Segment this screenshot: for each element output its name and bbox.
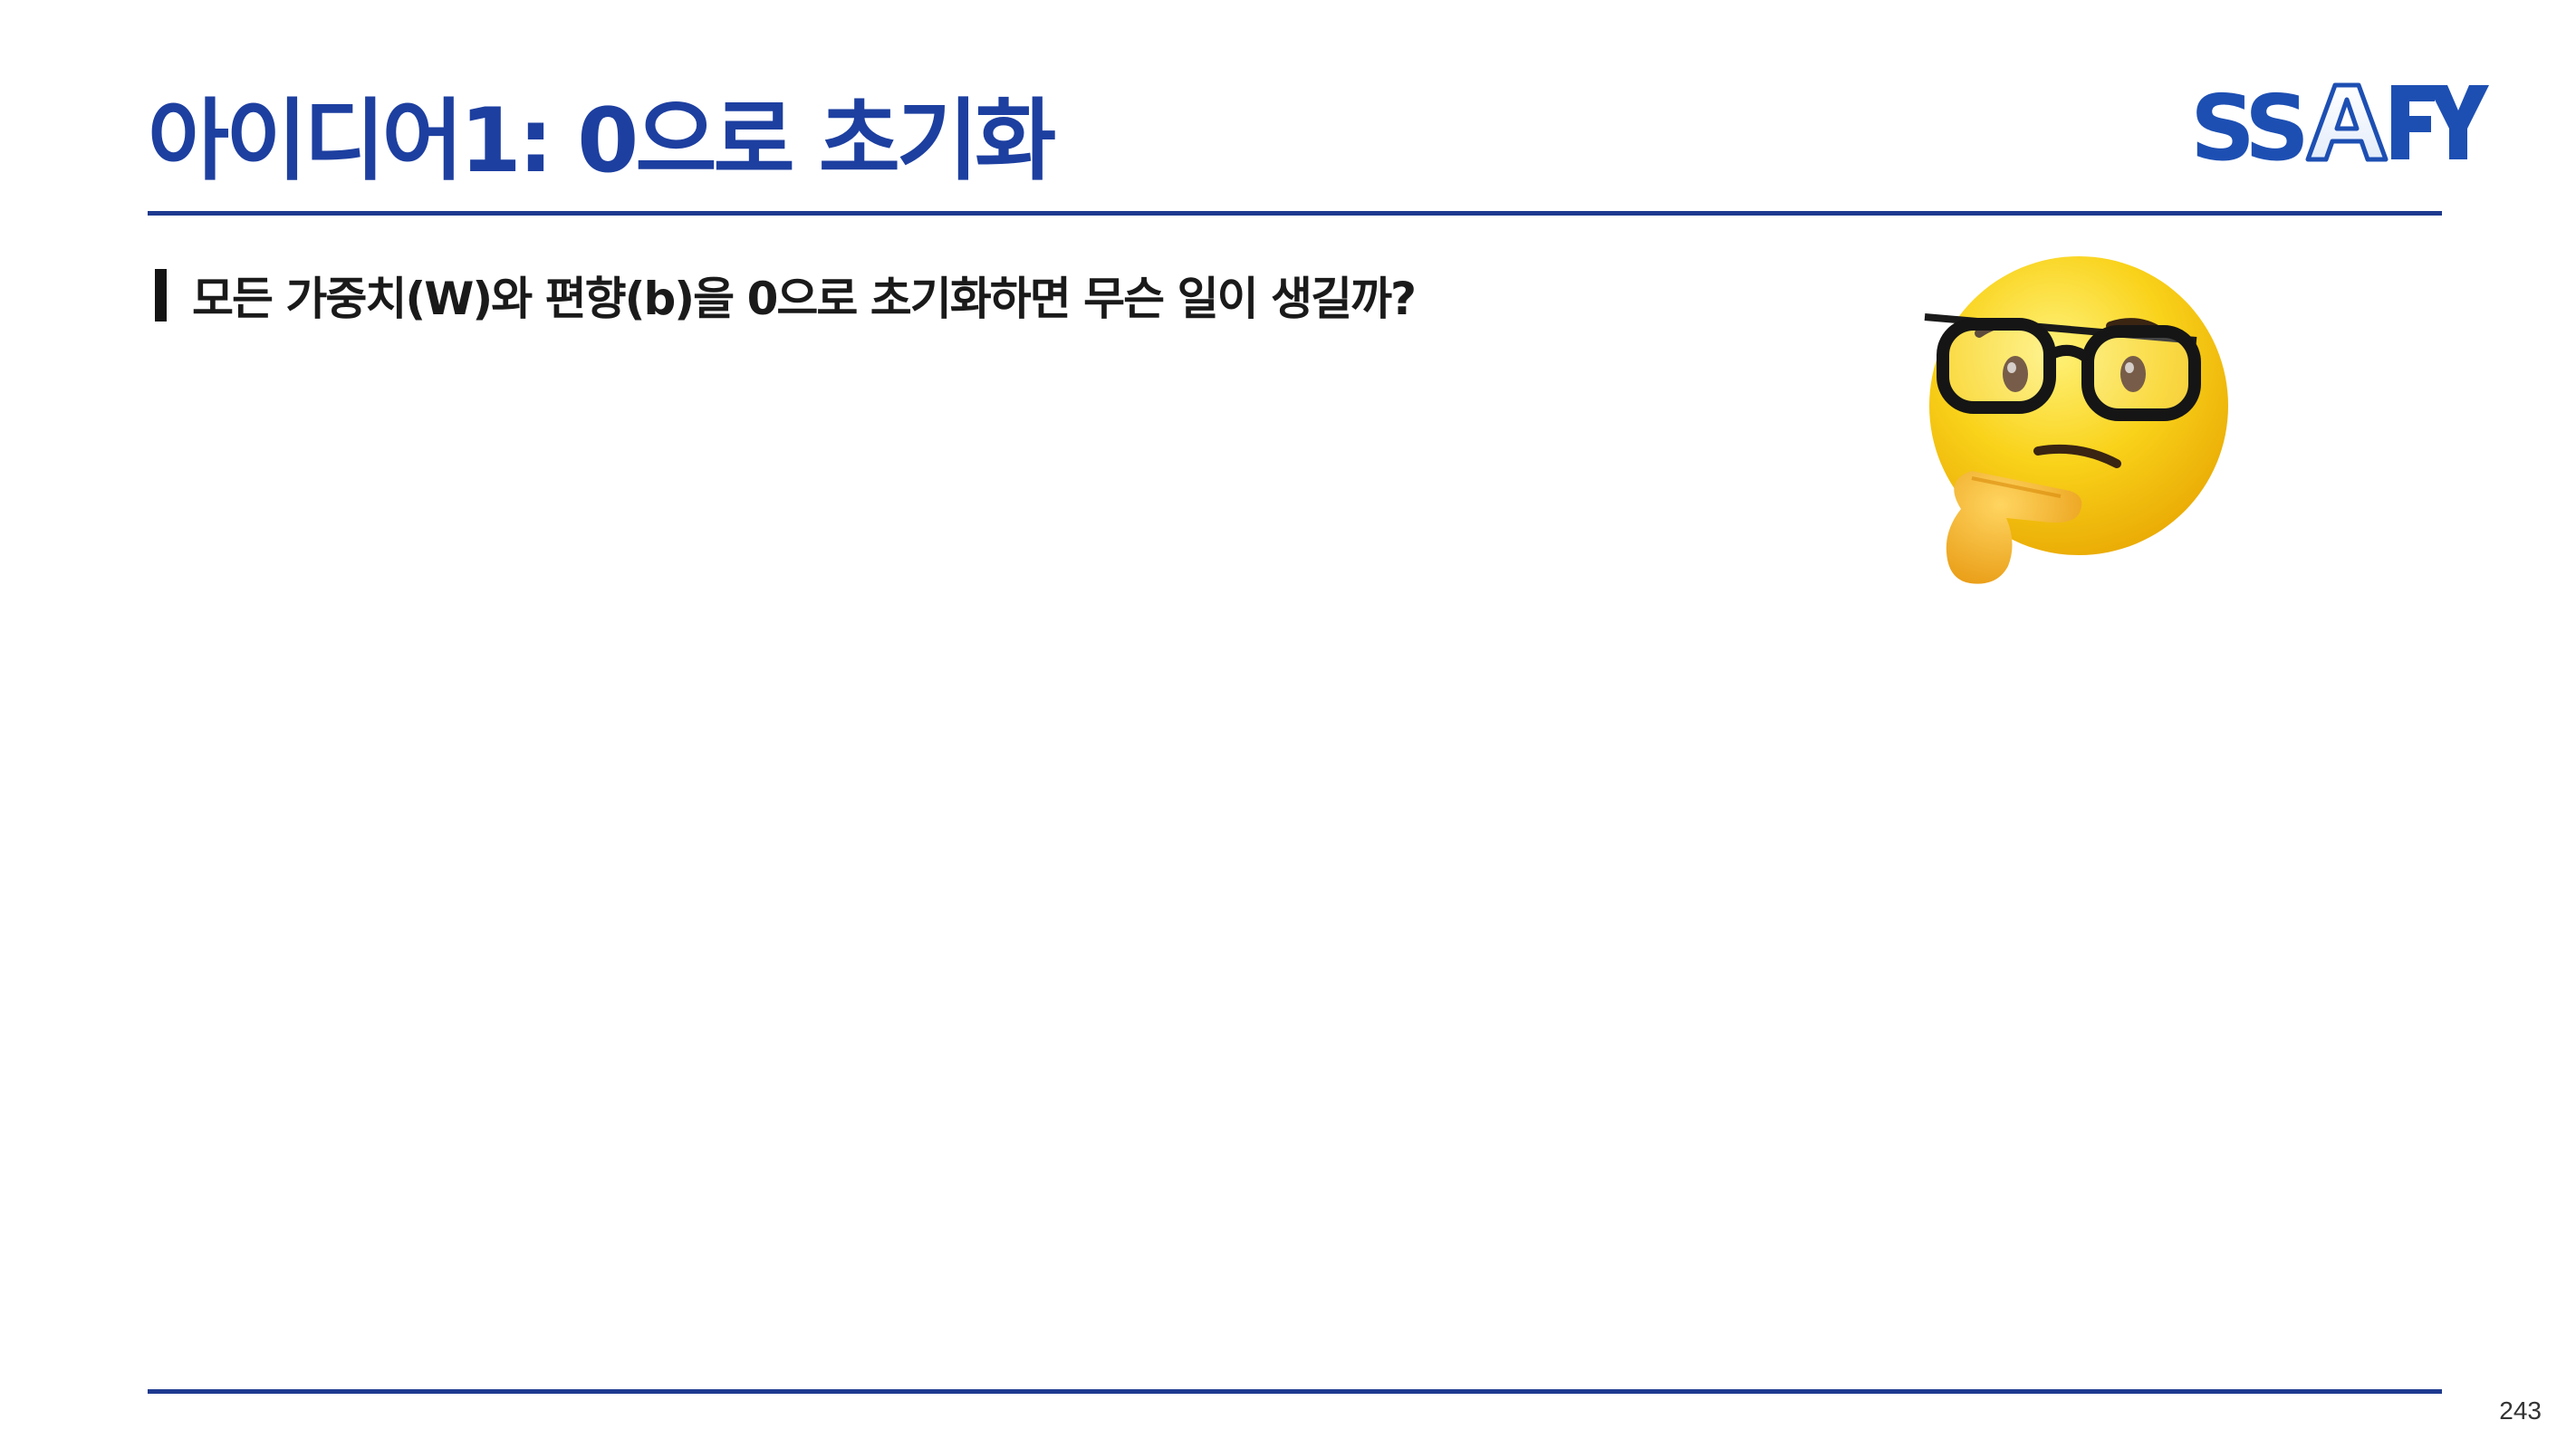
thinking-face-with-glasses-icon bbox=[1924, 256, 2228, 584]
svg-text:S: S bbox=[2244, 76, 2310, 176]
bullet-text: 모든 가중치(W)와 편향(b)을 0으로 초기화하면 무슨 일이 생길까? bbox=[192, 273, 1417, 325]
bullet-item: 모든 가중치(W)와 편향(b)을 0으로 초기화하면 무슨 일이 생길까? bbox=[155, 263, 1417, 328]
slide-title: 아이디어1: 0으로 초기화 bbox=[148, 90, 1056, 193]
title-divider bbox=[148, 211, 2442, 216]
bullet-marker bbox=[155, 269, 167, 321]
svg-text:S: S bbox=[2190, 76, 2250, 176]
footer-divider bbox=[148, 1389, 2442, 1394]
page-number: 243 bbox=[2499, 1396, 2542, 1425]
ssafy-logo: S S bbox=[2190, 76, 2489, 176]
